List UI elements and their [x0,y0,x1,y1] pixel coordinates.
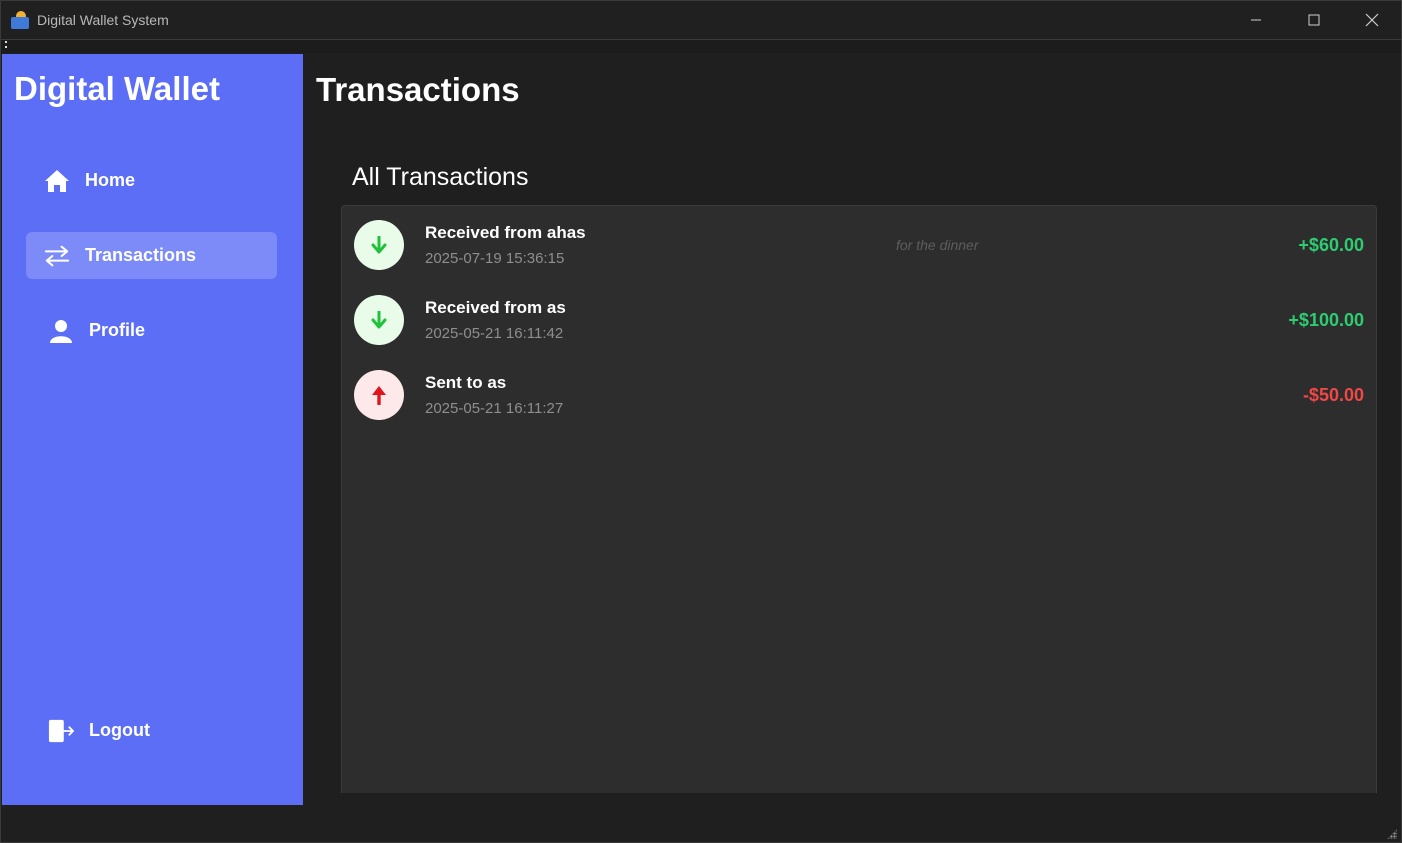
user-icon [48,318,74,344]
section-title: All Transactions [352,163,529,191]
sidebar: Digital Wallet Home Transactions Profile [2,54,303,805]
transaction-amount: -$50.00 [1302,385,1364,405]
page-title: Transactions [316,71,520,108]
transaction-title: Received from ahas [425,223,586,242]
logout-icon [48,718,74,744]
menu-strip [1,39,1401,53]
minimize-icon [1251,19,1261,21]
transaction-row[interactable]: Received from as 2025-05-21 16:11:42 +$1… [354,294,1364,350]
transaction-amount: +$100.00 [1288,310,1364,330]
sidebar-item-label: Profile [89,320,146,340]
window-controls [1227,1,1401,39]
minimize-button[interactable] [1227,1,1285,39]
sidebar-item-label: Home [85,170,136,190]
transaction-row[interactable]: Sent to as 2025-05-21 16:11:27 -$50.00 [354,369,1364,425]
transaction-list[interactable]: Received from ahas 2025-07-19 15:36:15 f… [341,205,1377,793]
sidebar-item-label: Transactions [85,245,197,265]
transaction-row[interactable]: Received from ahas 2025-07-19 15:36:15 f… [354,219,1364,275]
incoming-arrow-icon [354,295,404,345]
sidebar-item-home[interactable]: Home [26,157,277,204]
transaction-timestamp: 2025-05-21 16:11:27 [425,400,564,417]
maximize-icon [1308,14,1320,26]
outgoing-arrow-icon [354,370,404,420]
brand-title: Digital Wallet [14,70,220,107]
app-window: Digital Wallet System Digital Wallet Hom… [0,0,1402,843]
close-icon [1365,13,1379,27]
home-icon [44,168,70,194]
sidebar-item-transactions[interactable]: Transactions [26,232,277,279]
transfer-icon [44,243,70,269]
transaction-title: Sent to as [425,373,507,392]
maximize-button[interactable] [1285,1,1343,39]
close-button[interactable] [1343,1,1401,39]
transaction-timestamp: 2025-05-21 16:11:42 [425,325,564,342]
transaction-amount: +$60.00 [1298,235,1364,255]
sidebar-item-profile[interactable]: Profile [26,307,277,354]
resize-grip-icon[interactable] [1387,829,1397,839]
transaction-timestamp: 2025-07-19 15:36:15 [425,250,565,267]
wallet-app-icon [11,11,29,29]
drag-handle-icon[interactable] [5,41,7,49]
incoming-arrow-icon [354,220,404,270]
logout-label: Logout [89,720,150,740]
logout-button[interactable]: Logout [26,707,277,754]
window-title: Digital Wallet System [37,12,169,28]
transaction-title: Received from as [425,298,566,317]
transaction-note: for the dinner [896,237,979,253]
title-bar: Digital Wallet System [1,1,1401,39]
